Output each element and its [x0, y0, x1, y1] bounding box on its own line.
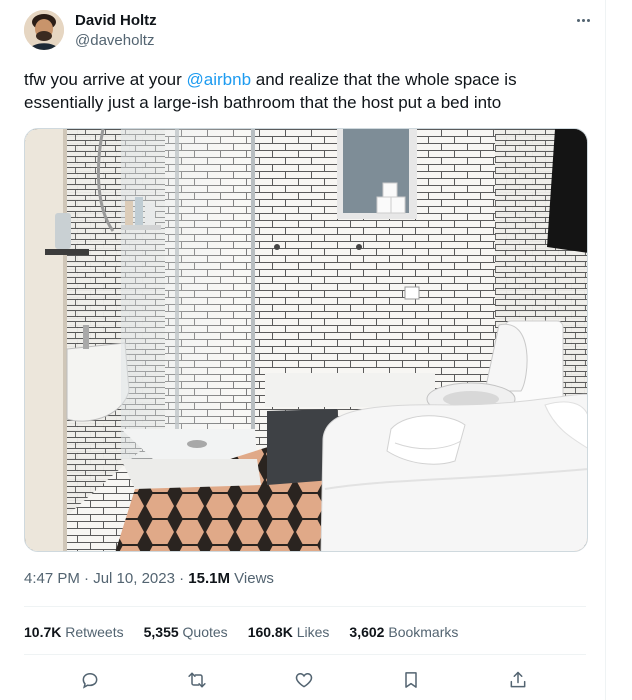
bookmarks-label: Bookmarks [388, 624, 459, 640]
reply-button[interactable] [74, 664, 106, 696]
bookmarks-count: 3,602 [349, 624, 385, 640]
retweet-icon [188, 672, 206, 688]
retweets-count: 10.7K [24, 624, 62, 640]
views-label: Views [234, 570, 274, 587]
quotes-label: Quotes [182, 624, 228, 640]
action-bar [24, 664, 584, 700]
retweets-stat[interactable]: 10.7K Retweets [24, 624, 124, 640]
quotes-count: 5,355 [143, 624, 179, 640]
views-count: 15.1M [188, 570, 230, 587]
mention-link[interactable]: @airbnb [187, 70, 252, 89]
tweet-time[interactable]: 4:47 PM [24, 570, 80, 587]
tweet-header: David Holtz @daveholtz [24, 10, 594, 54]
bookmark-icon [405, 672, 417, 688]
heart-icon [295, 672, 313, 688]
author-handle[interactable]: @daveholtz [75, 32, 154, 49]
divider [24, 606, 586, 607]
author-name[interactable]: David Holtz [75, 12, 157, 29]
tweet-meta: 4:47 PM · Jul 10, 2023 · 15.1M Views [24, 570, 274, 587]
engagement-stats: 10.7K Retweets 5,355 Quotes 160.8K Likes… [24, 624, 458, 640]
tweet-card: David Holtz @daveholtz tfw you arrive at… [0, 0, 606, 700]
reply-icon [82, 672, 98, 689]
tweet-date[interactable]: Jul 10, 2023 [93, 570, 175, 587]
retweets-label: Retweets [65, 624, 124, 640]
share-button[interactable] [502, 664, 534, 696]
quotes-stat[interactable]: 5,355 Quotes [144, 624, 228, 640]
tweet-text-before: tfw you arrive at your [24, 70, 187, 89]
meta-separator: · [179, 570, 185, 587]
bookmarks-stat[interactable]: 3,602 Bookmarks [349, 624, 458, 640]
tweet-text: tfw you arrive at your @airbnb and reali… [24, 68, 584, 114]
share-icon [510, 671, 526, 688]
divider [24, 654, 586, 655]
likes-label: Likes [296, 624, 330, 640]
like-button[interactable] [288, 664, 320, 696]
avatar[interactable] [24, 10, 64, 50]
likes-count: 160.8K [247, 624, 293, 640]
bookmark-button[interactable] [395, 664, 427, 696]
meta-separator: · [84, 570, 90, 587]
tweet-photo[interactable] [24, 128, 588, 552]
likes-stat[interactable]: 160.8K Likes [248, 624, 330, 640]
retweet-button[interactable] [181, 664, 213, 696]
more-icon[interactable] [572, 10, 594, 30]
